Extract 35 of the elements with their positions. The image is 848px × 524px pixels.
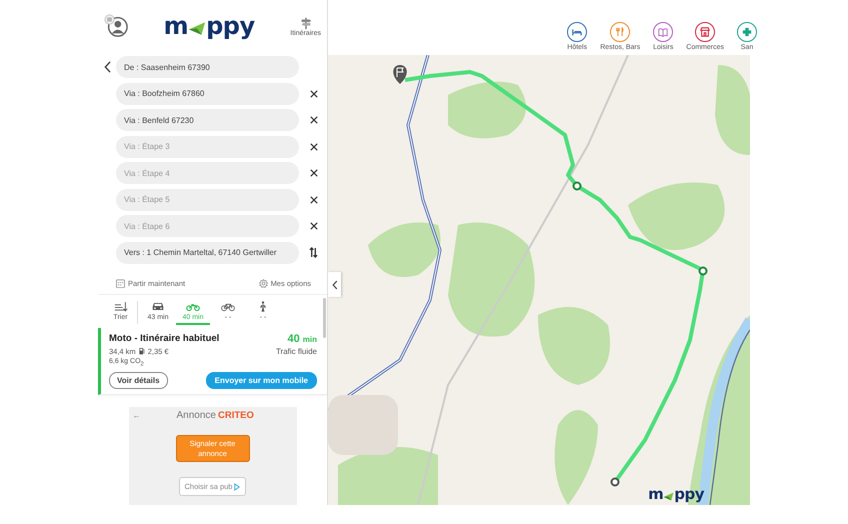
close-icon[interactable]	[310, 222, 318, 230]
fuel-pump-icon	[138, 347, 145, 355]
origin-field[interactable]: De : Saasenheim 67390	[116, 56, 299, 78]
mappy-logo[interactable]: m ppy	[164, 14, 255, 38]
chevron-left-icon	[332, 280, 338, 290]
back-icon[interactable]	[104, 61, 110, 73]
mappy-logo: m ppy	[648, 487, 704, 502]
settings-icon	[258, 279, 268, 288]
waypoint-field[interactable]: Via : Étape 4	[116, 162, 299, 184]
waypoint-field[interactable]: Via : Étape 5	[116, 188, 299, 210]
avatar-icon[interactable]	[104, 14, 128, 38]
waypoint-field[interactable]: Via : Boofzheim 67860	[116, 82, 299, 104]
scrollbar[interactable]	[323, 298, 326, 338]
calendar-icon	[116, 279, 125, 288]
close-icon[interactable]	[310, 116, 318, 124]
sort-icon	[114, 300, 128, 312]
details-button[interactable]: Voir détails	[109, 372, 168, 389]
play-triangle-icon	[234, 482, 240, 491]
signpost-icon[interactable]	[298, 16, 313, 30]
ad-label: Annonce	[176, 410, 216, 421]
route-duration: 40 min	[287, 332, 317, 344]
close-icon[interactable]	[310, 142, 318, 150]
collapse-panel-button[interactable]	[328, 272, 341, 297]
ad-brand-logo: CRITEO	[218, 410, 254, 421]
car-icon	[151, 300, 165, 312]
close-icon[interactable]	[310, 90, 318, 98]
waypoint-field[interactable]: Via : Étape 6	[116, 215, 299, 237]
waypoint-field[interactable]: Via : Étape 3	[116, 136, 299, 158]
swap-icon[interactable]	[309, 247, 318, 258]
traffic-status: Trafic fluide	[276, 346, 317, 356]
close-icon[interactable]	[310, 169, 318, 177]
destination-field[interactable]: Vers : 1 Chemin Marteltal, 67140 Gertwiller	[116, 242, 299, 264]
close-icon[interactable]	[310, 196, 318, 204]
route-title: Moto - Itinéraire habituel	[109, 333, 220, 344]
waypoint-field[interactable]: Via : Benfeld 67230	[116, 109, 299, 131]
